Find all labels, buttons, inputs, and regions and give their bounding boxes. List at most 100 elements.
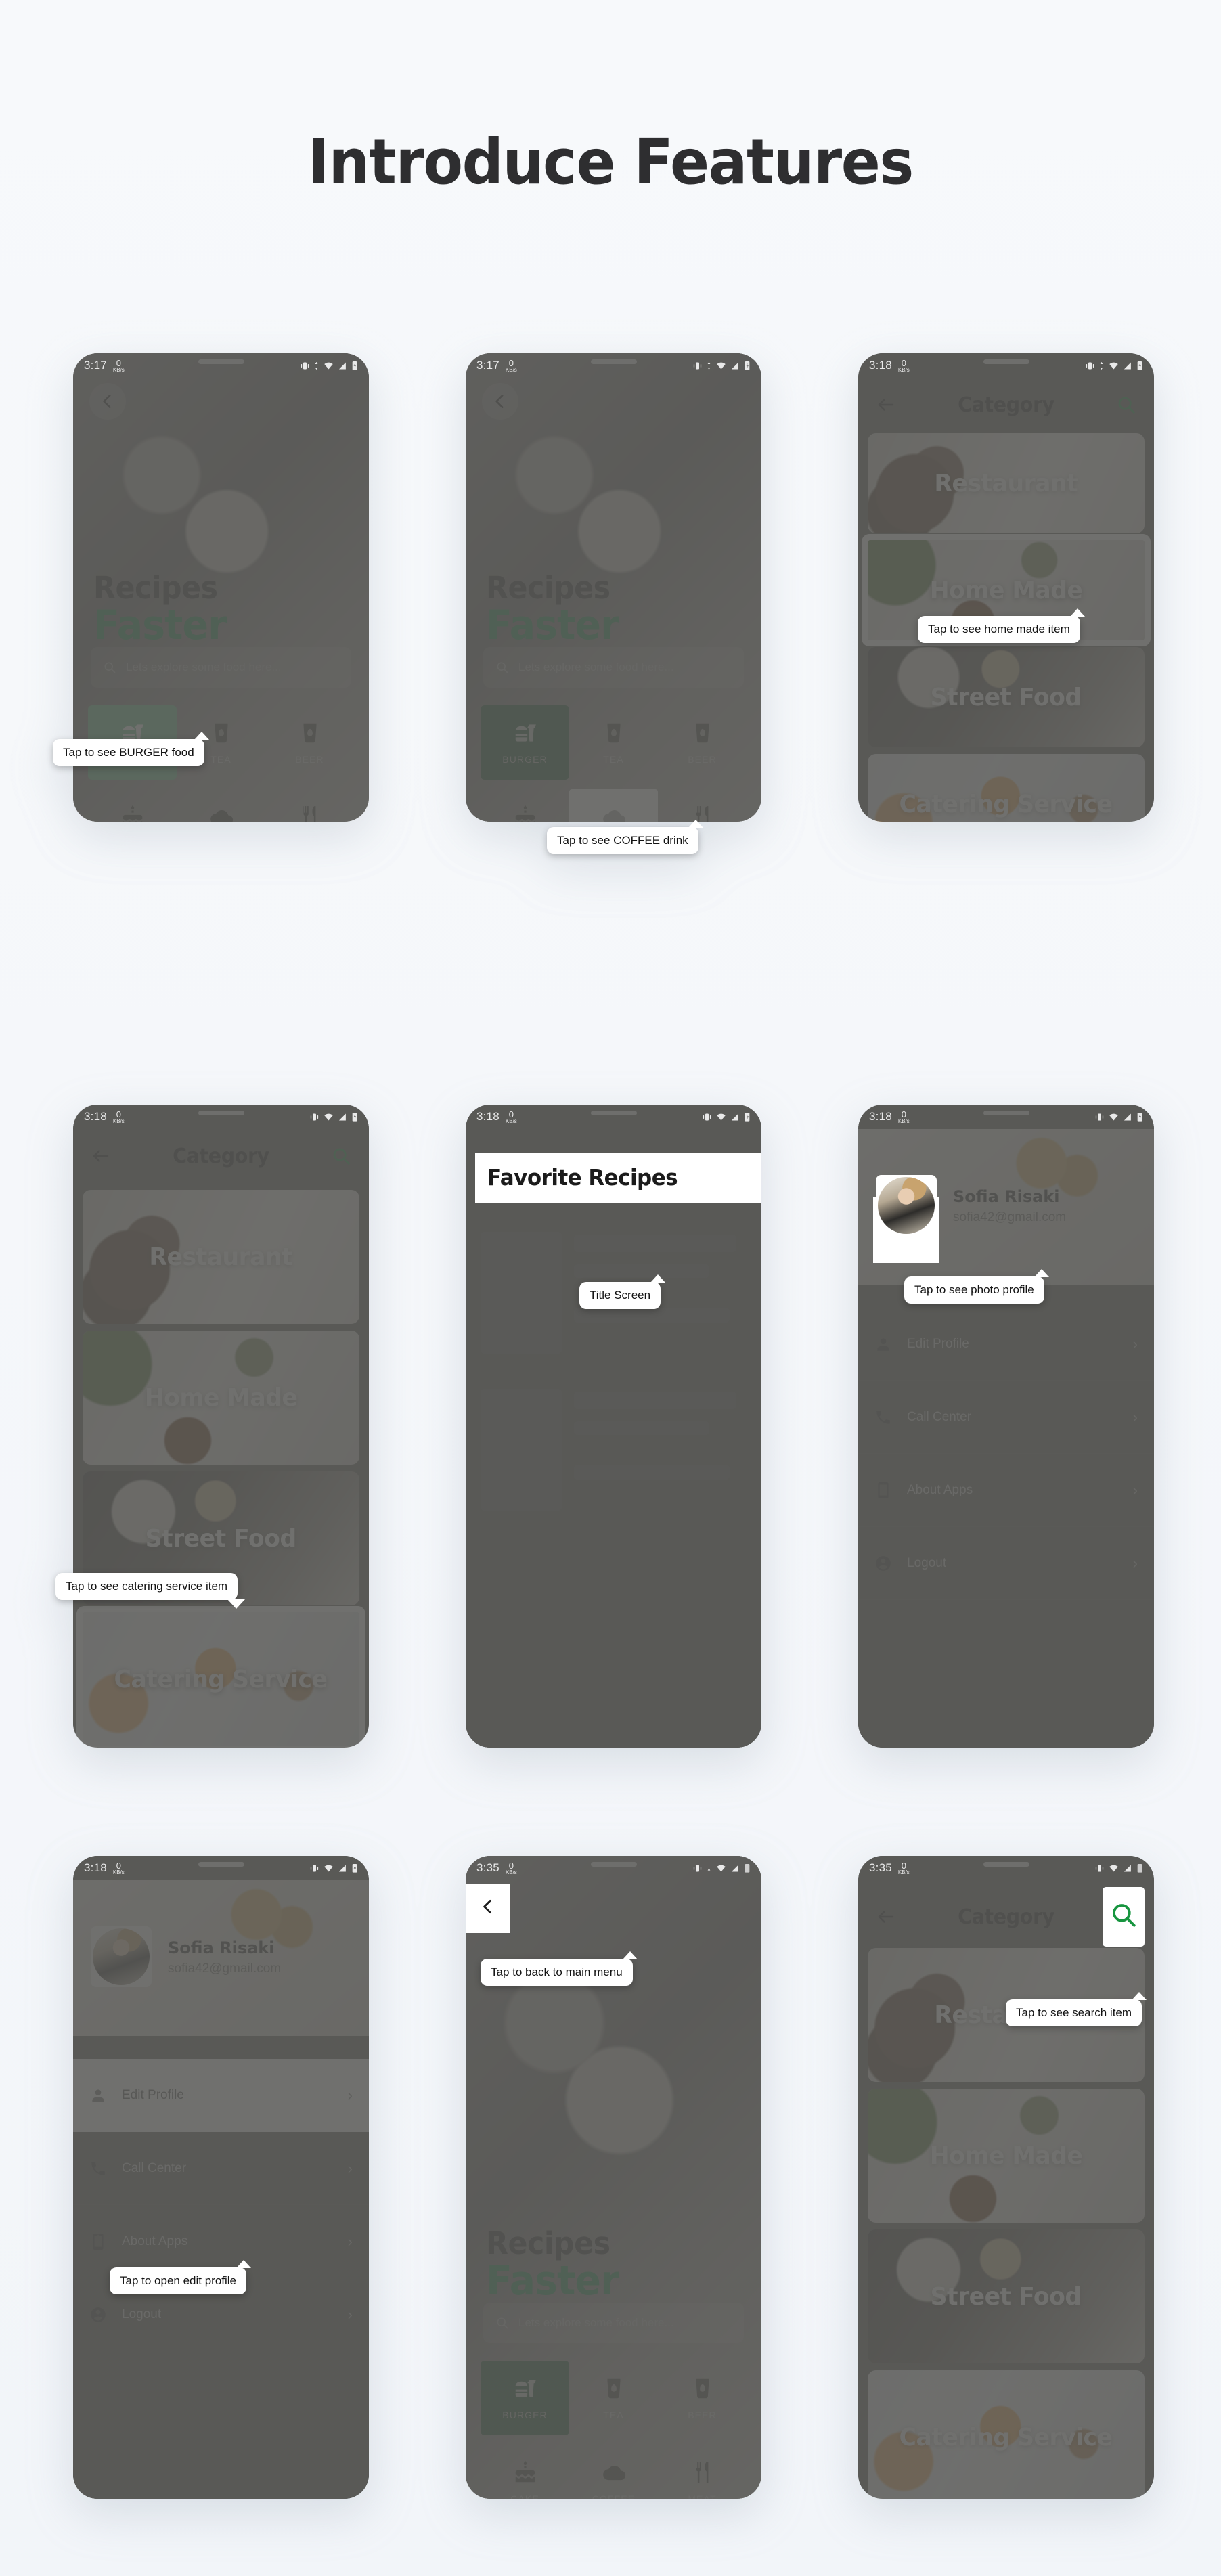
hero-heading: Recipes Faster bbox=[486, 2225, 619, 2305]
category-card-street-food[interactable]: Street Food bbox=[868, 647, 1145, 747]
profile-email: sofia42@gmail.com bbox=[168, 1961, 282, 1976]
category-tile-coffee[interactable]: COFFEE bbox=[177, 789, 265, 822]
category-tile-label: BEER bbox=[688, 754, 717, 765]
category-card-label: Catering Service bbox=[900, 2423, 1113, 2451]
category-tile-label: COFFEE bbox=[592, 2493, 636, 2499]
search-input[interactable]: Lets explore some food here... bbox=[483, 647, 744, 688]
category-card-restaurant[interactable]: Restaurant bbox=[868, 433, 1145, 533]
search-placeholder: Lets explore some food here... bbox=[518, 2316, 674, 2329]
cake-icon bbox=[123, 805, 142, 822]
signal-off-icon bbox=[338, 1865, 346, 1871]
search-input[interactable]: Lets explore some food here... bbox=[91, 647, 351, 688]
arrow-left-icon[interactable] bbox=[91, 1146, 111, 1166]
back-button-highlight[interactable] bbox=[470, 1888, 506, 1925]
mobile-icon bbox=[878, 1482, 889, 1498]
battery-charging-icon bbox=[352, 1113, 357, 1122]
search-input[interactable]: Lets explore some food here... bbox=[483, 2303, 744, 2343]
phone-screen-category-catering: Category Restaurant Home Made Street Food C… bbox=[73, 1105, 369, 1748]
category-card-label: Catering Service bbox=[114, 1665, 328, 1693]
chevron-right-icon: › bbox=[347, 2305, 353, 2323]
category-tile-coffee[interactable]: COFFEE bbox=[569, 2445, 658, 2499]
category-tile-cake[interactable]: CAKE bbox=[481, 2445, 569, 2499]
category-tile-cake[interactable]: CAKE bbox=[88, 789, 177, 822]
cake-icon bbox=[515, 805, 535, 822]
menu-item-about-apps[interactable]: About Apps › bbox=[858, 1454, 1154, 1527]
account-circle-icon bbox=[876, 1555, 891, 1571]
arrow-left-icon[interactable] bbox=[876, 1907, 896, 1927]
menu-item-call-center[interactable]: Call Center › bbox=[858, 1381, 1154, 1454]
category-card-home-made[interactable]: Home Made bbox=[83, 1331, 359, 1465]
category-card-home-made[interactable]: Home Made bbox=[868, 2089, 1145, 2223]
cloud-icon bbox=[602, 810, 625, 822]
menu-item-edit-profile[interactable]: Edit Profile › bbox=[73, 2059, 369, 2132]
search-icon-highlight[interactable] bbox=[1109, 1901, 1138, 1929]
status-icons bbox=[1094, 1863, 1143, 1873]
menu-item-label: About Apps bbox=[907, 1482, 973, 1497]
status-bar: 3:17 0 KB/s bbox=[466, 353, 761, 378]
category-tile-meat[interactable]: MEAT bbox=[265, 789, 354, 822]
category-tile-tea[interactable]: TEA bbox=[569, 2361, 658, 2435]
category-tile-meat[interactable]: MEAT bbox=[658, 789, 747, 822]
phone-screen-favorite: Favorite Recipes 3:18 0 KB/s bbox=[466, 1105, 761, 1748]
vibrate-icon bbox=[1086, 362, 1094, 369]
category-tile-label: TEA bbox=[603, 2410, 624, 2420]
phone-mockup-5: Favorite Recipes 3:18 0 KB/s Title Screen bbox=[466, 1105, 761, 1748]
battery-charging-icon bbox=[352, 361, 357, 370]
category-tile-beer[interactable]: BEER bbox=[658, 2361, 747, 2435]
back-button[interactable] bbox=[482, 383, 518, 420]
category-tile-tea[interactable]: TEA bbox=[569, 705, 658, 780]
menu-item-logout[interactable]: Logout › bbox=[858, 1527, 1154, 1600]
vibrate-icon bbox=[693, 1865, 702, 1871]
phone-screen-profile-edit: Sofia Risaki sofia42@gmail.com Edit Prof… bbox=[73, 1856, 369, 2499]
wifi-icon bbox=[1109, 1865, 1118, 1871]
category-card-restaurant[interactable]: Restaurant bbox=[83, 1190, 359, 1324]
category-tile-meat[interactable]: MEAT bbox=[658, 2445, 747, 2499]
back-button[interactable] bbox=[89, 383, 126, 420]
wifi-icon bbox=[717, 1865, 726, 1871]
status-data-rate: 0 KB/s bbox=[112, 1109, 125, 1124]
status-time: 3:35 bbox=[869, 1861, 892, 1874]
phone-icon bbox=[876, 1410, 890, 1424]
avatar-highlight[interactable] bbox=[876, 1175, 937, 1236]
vibrate-icon bbox=[1095, 1113, 1104, 1120]
phone-screen-home-coffee: Recipes Faster Lets explore some food he… bbox=[466, 353, 761, 822]
category-card-label: Home Made bbox=[929, 576, 1083, 604]
category-tile-label: BEER bbox=[295, 754, 324, 765]
wifi-icon bbox=[1109, 362, 1118, 369]
data-arrows-icon bbox=[707, 361, 711, 370]
category-card-catering-service[interactable]: Catering Service bbox=[76, 1606, 365, 1748]
category-tile-beer[interactable]: BEER bbox=[265, 705, 354, 780]
status-data-rate: 0 KB/s bbox=[897, 1109, 910, 1124]
category-tile-cake[interactable]: CAKE bbox=[481, 789, 569, 822]
chevron-right-icon: › bbox=[1132, 1481, 1138, 1498]
hero-heading: Recipes Faster bbox=[93, 570, 227, 649]
status-time: 3:18 bbox=[476, 1110, 500, 1123]
wifi-icon bbox=[717, 1113, 726, 1120]
avatar[interactable] bbox=[91, 1926, 152, 1987]
menu-item-edit-profile[interactable]: Edit Profile › bbox=[858, 1308, 1154, 1381]
category-tile-burger[interactable]: BURGER bbox=[481, 705, 569, 780]
menu-item-call-center[interactable]: Call Center › bbox=[73, 2132, 369, 2205]
menu-item-label: Call Center bbox=[907, 1409, 972, 1424]
category-card-catering-service[interactable]: Catering Service bbox=[868, 754, 1145, 822]
battery-icon bbox=[1137, 1864, 1142, 1873]
category-card-catering-service[interactable]: Catering Service bbox=[868, 2370, 1145, 2499]
wifi-icon bbox=[324, 1865, 333, 1871]
status-icons bbox=[1094, 1111, 1143, 1122]
phone-screen-category-search: Category RestaurantHome MadeStreet FoodC… bbox=[858, 1856, 1154, 2499]
search-icon[interactable] bbox=[1116, 395, 1136, 415]
category-card-street-food[interactable]: Street Food bbox=[868, 2229, 1145, 2363]
category-tile-coffee[interactable]: COFFEE bbox=[569, 789, 658, 822]
arrow-left-icon[interactable] bbox=[876, 395, 896, 415]
search-icon[interactable] bbox=[331, 1146, 351, 1166]
category-card-label: Catering Service bbox=[900, 790, 1113, 818]
cup-icon bbox=[696, 723, 709, 743]
phone-screen-category-homemade: Category Restaurant Home Made Street Food C… bbox=[858, 353, 1154, 822]
category-card-label: Restaurant bbox=[934, 469, 1078, 497]
category-tile-beer[interactable]: BEER bbox=[658, 705, 747, 780]
wifi-icon bbox=[1109, 1113, 1118, 1120]
menu-item-label: Edit Profile bbox=[907, 1336, 969, 1351]
tooltip-search: Tap to see search item bbox=[1006, 1992, 1147, 2026]
category-tile-burger[interactable]: BURGER bbox=[481, 2361, 569, 2435]
page-heading: Category bbox=[173, 1144, 269, 1168]
